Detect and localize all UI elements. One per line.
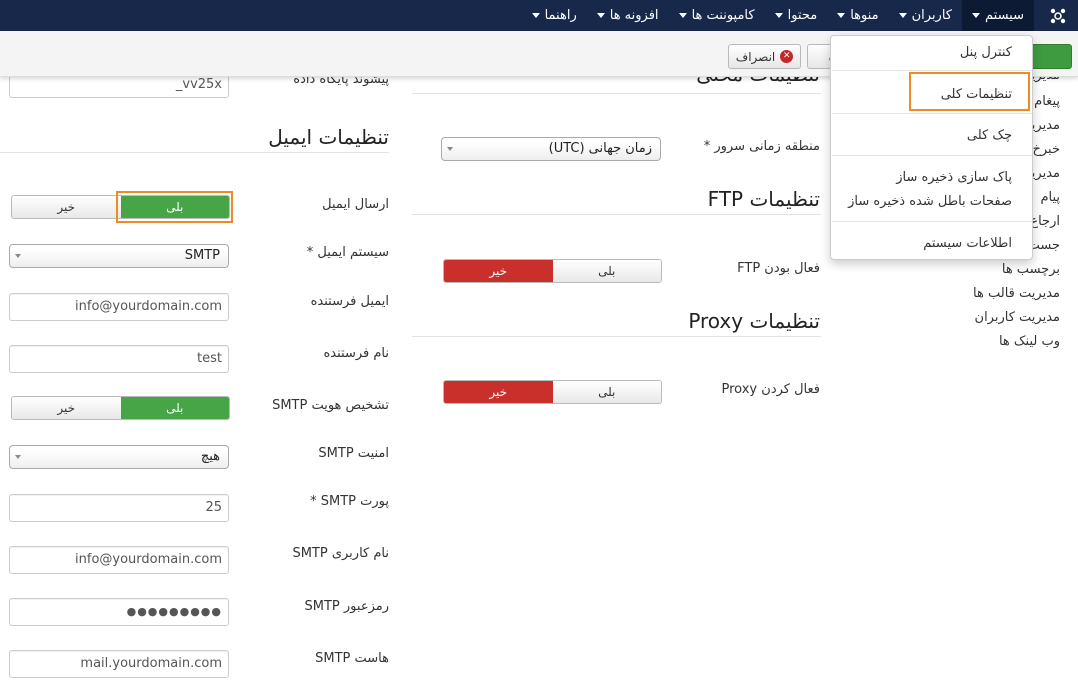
- smtp-port-input[interactable]: 25: [9, 494, 229, 522]
- mail-heading: تنظیمات ایمیل: [268, 125, 389, 149]
- proxy-heading: تنظیمات Proxy: [688, 309, 820, 333]
- nav-users-label: کاربران: [911, 8, 952, 23]
- joomla-logo-icon[interactable]: [1038, 0, 1078, 31]
- sidebar-link-weblinks[interactable]: وب لینک ها: [999, 334, 1060, 349]
- ftp-enable-toggle: خیر بلی: [443, 259, 662, 283]
- mailer-select[interactable]: SMTP: [9, 244, 229, 268]
- ftp-no-option[interactable]: خیر: [444, 260, 553, 282]
- ftp-heading: تنظیمات FTP: [707, 187, 820, 211]
- sidebar-link-users[interactable]: مدیریت کاربران: [975, 310, 1060, 325]
- from-email-input[interactable]: info@yourdomain.com: [9, 293, 229, 321]
- smtp-port-label: پورت SMTP *: [310, 494, 389, 509]
- cancel-button[interactable]: ✕ انصراف: [728, 44, 801, 69]
- menu-item-global-configuration[interactable]: تنظیمات کلی: [941, 87, 1012, 102]
- smtp-security-select[interactable]: هیچ: [9, 445, 229, 469]
- send-mail-no-option[interactable]: خیر: [12, 196, 121, 218]
- global-configuration-screen: سیستم کاربران منوها محتوا کامپوننت ها اف…: [0, 0, 1078, 698]
- send-mail-label: ارسال ایمیل: [322, 197, 389, 212]
- chevron-down-icon: [447, 147, 453, 151]
- server-timezone-select[interactable]: زمان جهانی (UTC): [441, 137, 661, 161]
- menu-divider: [832, 221, 1032, 222]
- nav-menus[interactable]: منوها: [827, 0, 888, 31]
- nav-system[interactable]: سیستم: [962, 0, 1034, 31]
- mailer-label: سیستم ایمیل *: [306, 245, 389, 260]
- proxy-enable-label: فعال کردن Proxy: [721, 382, 820, 397]
- proxy-no-option[interactable]: خیر: [444, 381, 553, 403]
- save-button[interactable]: [1030, 44, 1072, 69]
- caret-down-icon: [531, 13, 540, 18]
- smtp-auth-yes-option[interactable]: بلی: [120, 397, 229, 419]
- menu-divider: [832, 70, 1032, 71]
- smtp-host-input[interactable]: mail.yourdomain.com: [9, 650, 229, 678]
- navbar-menu: سیستم کاربران منوها محتوا کامپوننت ها اف…: [522, 0, 1034, 31]
- caret-down-icon: [678, 13, 687, 18]
- smtp-security-value: هیچ: [200, 449, 220, 464]
- nav-extensions[interactable]: افزونه ها: [587, 0, 669, 31]
- admin-navbar: سیستم کاربران منوها محتوا کامپوننت ها اف…: [0, 0, 1078, 31]
- send-mail-toggle: خیر بلی: [11, 195, 230, 219]
- smtp-user-input[interactable]: info@yourdomain.com: [9, 546, 229, 574]
- smtp-auth-no-option[interactable]: خیر: [12, 397, 121, 419]
- proxy-yes-option[interactable]: بلی: [552, 381, 661, 403]
- send-mail-yes-option[interactable]: بلی: [120, 196, 229, 218]
- nav-extensions-label: افزونه ها: [609, 8, 659, 23]
- caret-down-icon: [837, 13, 846, 18]
- chevron-down-icon: [15, 254, 21, 258]
- nav-components[interactable]: کامپوننت ها: [669, 0, 765, 31]
- from-name-label: نام فرستنده: [323, 346, 389, 361]
- caret-down-icon: [774, 13, 783, 18]
- menu-item-system-information[interactable]: اطلاعات سیستم: [923, 236, 1012, 251]
- smtp-auth-label: تشخیص هویت SMTP: [272, 398, 389, 413]
- mailer-value: SMTP: [184, 248, 220, 263]
- close-circle-icon: ✕: [780, 50, 794, 63]
- smtp-pass-label: رمزعبور SMTP: [304, 599, 389, 614]
- sidebar-link[interactable]: پیام: [1040, 190, 1060, 205]
- smtp-user-label: نام کاربری SMTP: [292, 546, 389, 561]
- ftp-enable-label: فعال بودن FTP: [737, 261, 820, 276]
- nav-content[interactable]: محتوا: [765, 0, 828, 31]
- divider: [412, 214, 821, 215]
- from-name-input[interactable]: test: [9, 345, 229, 373]
- smtp-security-label: امنیت SMTP: [318, 446, 389, 461]
- sidebar-link[interactable]: ارجاع: [1030, 214, 1060, 229]
- smtp-host-label: هاست SMTP: [315, 651, 389, 666]
- divider: [412, 93, 821, 94]
- sidebar-link[interactable]: پیغام: [1034, 94, 1060, 109]
- from-email-label: ایمیل فرستنده: [310, 294, 389, 309]
- nav-users[interactable]: کاربران: [889, 0, 962, 31]
- menu-item-clear-cache[interactable]: پاک سازی ذخیره ساز: [896, 170, 1012, 185]
- caret-down-icon: [972, 13, 980, 18]
- divider: [0, 152, 389, 153]
- sidebar-link-templates[interactable]: مدیریت قالب ها: [973, 286, 1060, 301]
- sidebar-link-tags[interactable]: برچسب ها: [1002, 262, 1060, 277]
- proxy-enable-toggle: خیر بلی: [443, 380, 662, 404]
- nav-help-label: راهنما: [544, 8, 577, 23]
- caret-down-icon: [898, 13, 907, 18]
- nav-system-label: سیستم: [985, 8, 1024, 23]
- menu-item-control-panel[interactable]: کنترل پنل: [960, 45, 1012, 60]
- smtp-pass-input[interactable]: ●●●●●●●●●: [9, 598, 229, 626]
- system-dropdown-menu: کنترل پنل تنظیمات کلی چک کلی پاک سازی ذخ…: [830, 35, 1033, 260]
- server-timezone-label: منطقه زمانی سرور *: [703, 139, 820, 154]
- menu-divider: [832, 113, 1032, 114]
- nav-help[interactable]: راهنما: [522, 0, 587, 31]
- ftp-yes-option[interactable]: بلی: [552, 260, 661, 282]
- nav-components-label: کامپوننت ها: [691, 8, 755, 23]
- sidebar-link[interactable]: خبرخ: [1032, 142, 1060, 157]
- server-timezone-value: زمان جهانی (UTC): [548, 141, 652, 156]
- divider: [412, 336, 821, 337]
- cancel-button-label: انصراف: [735, 49, 776, 64]
- caret-down-icon: [596, 13, 605, 18]
- chevron-down-icon: [15, 455, 21, 459]
- menu-item-global-checkin[interactable]: چک کلی: [967, 128, 1012, 143]
- smtp-auth-toggle: خیر بلی: [11, 396, 230, 420]
- menu-item-purge-expired-cache[interactable]: صفحات باطل شده ذخیره ساز: [848, 194, 1012, 209]
- nav-menus-label: منوها: [850, 8, 879, 23]
- menu-divider: [832, 155, 1032, 156]
- nav-content-label: محتوا: [787, 8, 818, 23]
